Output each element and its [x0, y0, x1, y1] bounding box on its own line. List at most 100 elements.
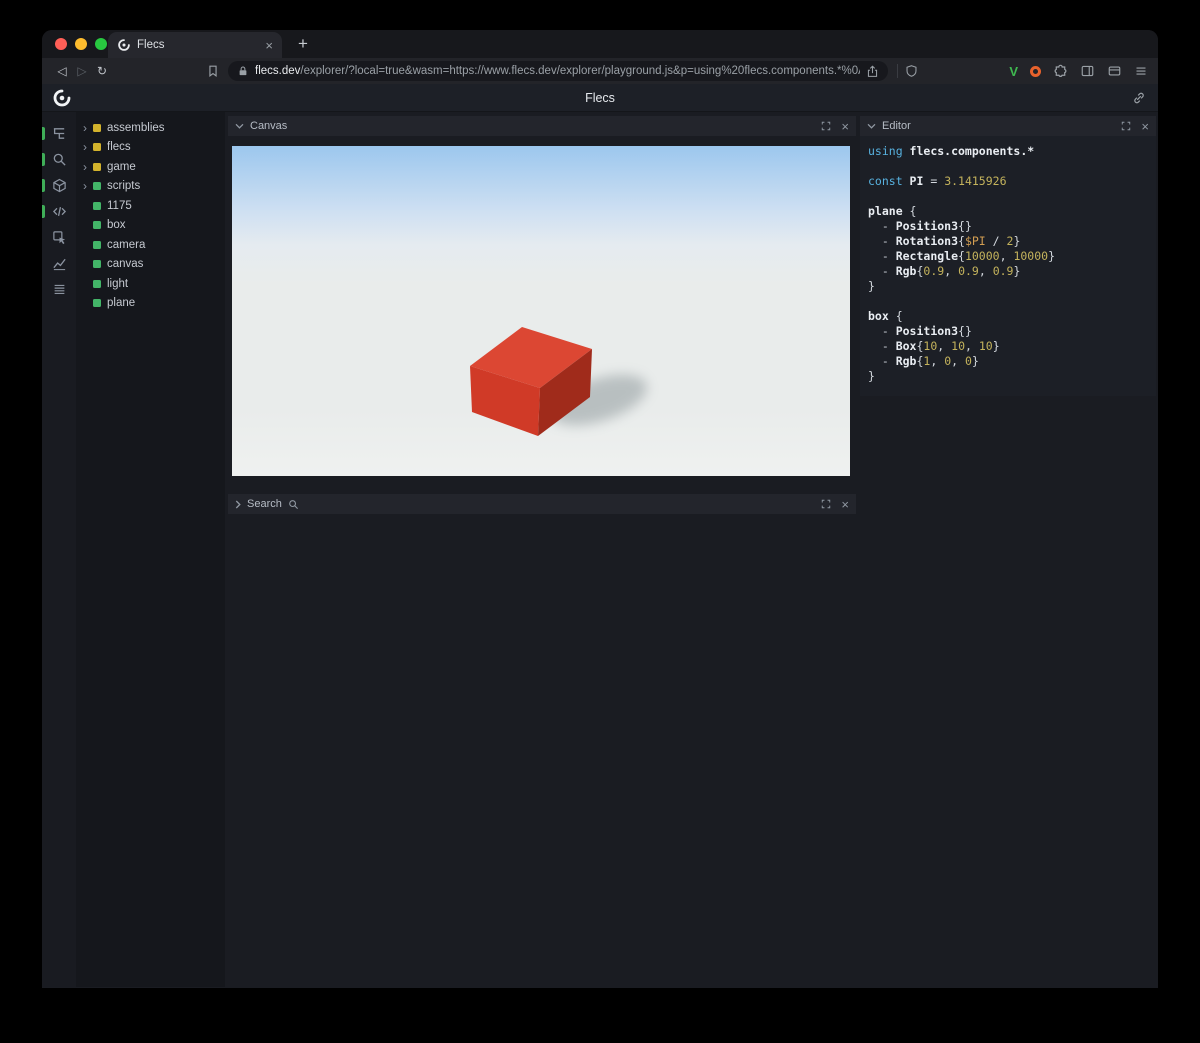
entity-tree: › assemblies › flecs › game › scripts 1175 box cam… [76, 112, 225, 987]
code-token: - [868, 264, 896, 278]
code-token: Rotation3 [895, 234, 959, 248]
code-token: 10 [923, 339, 938, 353]
entity-color-square-icon [93, 201, 101, 210]
orange-extension-icon[interactable] [1030, 65, 1041, 77]
code-line: - Rectangle{10000, 10000} [868, 249, 1148, 264]
code-token: } [1013, 234, 1021, 248]
code-line: - Position3{} [868, 219, 1148, 234]
entity-label: box [107, 219, 126, 232]
share-link-icon[interactable] [1132, 91, 1146, 105]
url-bar[interactable]: flecs.dev/explorer/?local=true&wasm=http… [228, 61, 888, 81]
traffic-light-close[interactable] [55, 38, 67, 50]
code-token: Position3 [895, 219, 959, 233]
code-token: 10000 [1013, 249, 1049, 263]
tree-item-flecs[interactable]: › flecs [76, 138, 225, 158]
entity-color-square-icon [93, 240, 101, 249]
share-icon[interactable] [866, 64, 879, 78]
code-token: { [958, 249, 965, 263]
close-panel-icon[interactable]: × [841, 120, 849, 133]
side-panel-icon[interactable] [1080, 64, 1095, 78]
back-button[interactable]: ◁ [52, 64, 72, 78]
rail-item-stats[interactable] [42, 276, 76, 302]
flecs-logo-icon[interactable] [52, 88, 72, 108]
shield-extension-icon[interactable] [905, 64, 918, 78]
tree-item-light[interactable]: light [76, 274, 225, 294]
rail-item-charts[interactable] [42, 250, 76, 276]
forward-button[interactable]: ▷ [72, 64, 92, 78]
code-token: $PI [964, 234, 986, 248]
expand-panel-icon[interactable] [821, 499, 831, 509]
scene-3d-viewport[interactable] [232, 146, 850, 476]
profile-card-icon[interactable] [1107, 64, 1122, 78]
code-token: { [888, 309, 903, 323]
code-token: - [868, 219, 896, 233]
tree-item-scripts[interactable]: › scripts [76, 177, 225, 197]
icon-rail [42, 112, 76, 987]
editor-code[interactable]: using flecs.components.* const PI = 3.14… [860, 136, 1156, 396]
code-line: - Rotation3{$PI / 2} [868, 234, 1148, 249]
expand-chevron-icon[interactable]: › [83, 141, 93, 153]
tab-close-icon[interactable]: × [265, 39, 273, 52]
browser-tab[interactable]: Flecs × [108, 32, 282, 58]
tree-item-plane[interactable]: plane [76, 294, 225, 314]
rail-item-code-editor[interactable] [42, 198, 76, 224]
entity-color-square-icon [93, 162, 101, 171]
search-panel: Search × [228, 494, 856, 514]
entity-color-square-icon [93, 299, 101, 308]
collapse-chevron-icon[interactable] [867, 123, 876, 129]
code-token: 0.9 [923, 264, 945, 278]
close-panel-icon[interactable]: × [1141, 120, 1149, 133]
entity-label: assemblies [107, 121, 165, 134]
traffic-light-minimize[interactable] [75, 38, 87, 50]
code-token: , [937, 339, 952, 353]
tree-item-camera[interactable]: camera [76, 235, 225, 255]
bookmark-icon[interactable] [206, 64, 220, 78]
canvas-panel-header: Canvas × [228, 116, 856, 136]
code-token: const [868, 174, 910, 188]
chart-line-icon [52, 258, 66, 270]
expand-chevron-right-icon[interactable] [235, 500, 241, 509]
code-token: Rectangle [895, 249, 959, 263]
url-path: /explorer/?local=true&wasm=https://www.f… [300, 65, 860, 77]
rail-item-inspector[interactable] [42, 224, 76, 250]
code-icon [52, 206, 66, 216]
new-tab-button[interactable]: + [298, 35, 308, 52]
vimium-extension-icon[interactable]: V [1009, 64, 1018, 79]
extensions-puzzle-icon[interactable] [1053, 64, 1068, 79]
code-token: - [868, 339, 896, 353]
canvas-panel-body [228, 136, 856, 480]
search-panel-header: Search × [228, 494, 856, 514]
rail-item-entities-tree[interactable] [42, 120, 76, 146]
code-token: } [1013, 264, 1021, 278]
expand-chevron-icon[interactable]: › [83, 122, 93, 134]
entity-color-square-icon [93, 123, 101, 132]
collapse-chevron-icon[interactable] [235, 123, 244, 129]
tree-item-game[interactable]: › game [76, 157, 225, 177]
code-token: 10000 [964, 249, 1000, 263]
expand-chevron-icon[interactable]: › [83, 180, 93, 192]
reload-button[interactable]: ↻ [92, 64, 112, 78]
code-token: plane [868, 204, 903, 218]
rail-item-canvas-cube[interactable] [42, 172, 76, 198]
canvas-panel: Canvas × [228, 116, 856, 480]
tree-item-canvas[interactable]: canvas [76, 255, 225, 275]
code-token: } [868, 279, 875, 293]
code-line: plane { [868, 204, 1148, 219]
traffic-light-zoom[interactable] [95, 38, 107, 50]
tree-item-assemblies[interactable]: › assemblies [76, 118, 225, 138]
entity-color-square-icon [93, 143, 101, 152]
entity-label: scripts [107, 180, 141, 193]
expand-panel-icon[interactable] [821, 121, 831, 131]
inspector-cursor-icon [52, 230, 65, 244]
code-token: 10 [978, 339, 993, 353]
code-token: {} [958, 219, 972, 233]
menu-icon[interactable] [1134, 65, 1148, 77]
code-token: 0.9 [958, 264, 979, 278]
editor-panel: Editor × using flecs.components.* const … [860, 116, 1156, 396]
expand-chevron-icon[interactable]: › [83, 161, 93, 173]
close-panel-icon[interactable]: × [841, 498, 849, 511]
tree-item-box[interactable]: box [76, 216, 225, 236]
rail-item-search[interactable] [42, 146, 76, 172]
tree-item-1175[interactable]: 1175 [76, 196, 225, 216]
expand-panel-icon[interactable] [1121, 121, 1131, 131]
